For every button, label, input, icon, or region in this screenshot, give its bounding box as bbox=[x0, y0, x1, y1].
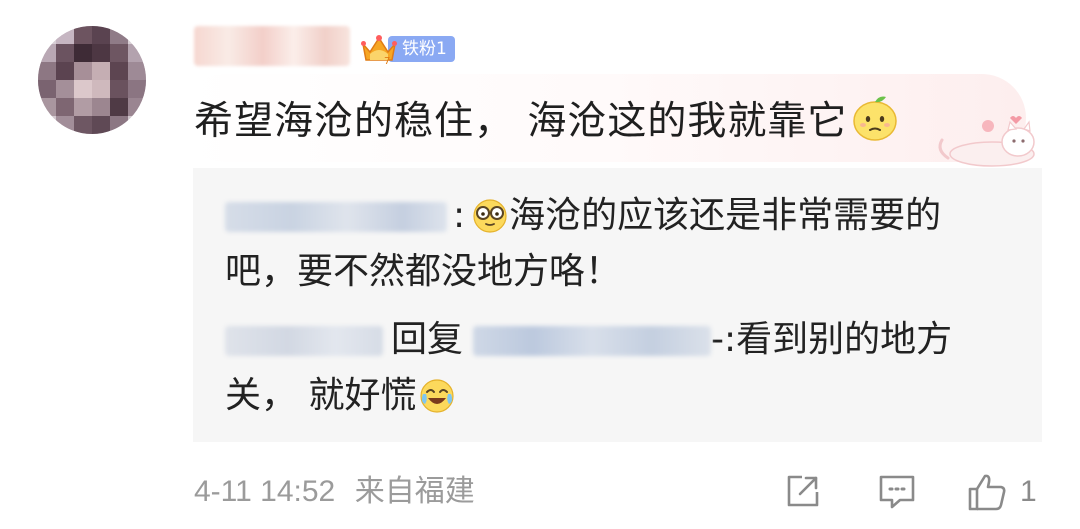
comment-meta: 4-11 14:52 来自福建 bbox=[194, 472, 475, 512]
reply-2-line-2: 关， 就好慌 bbox=[225, 368, 456, 424]
timestamp: 4-11 14:52 bbox=[194, 475, 336, 508]
avatar[interactable] bbox=[38, 26, 146, 134]
comment-footer: 4-11 14:52 来自福建 1 bbox=[0, 466, 1080, 518]
reply-1-author-blurred[interactable] bbox=[225, 202, 447, 232]
glasses-emoji-icon bbox=[473, 199, 507, 233]
comment-button[interactable] bbox=[876, 470, 918, 514]
reply-1-text-line-2: 吧，要不然都没地方咯！ bbox=[225, 251, 622, 292]
crown-icon: 7 bbox=[361, 35, 397, 66]
reply-2-suffix: -:看到别的地方 bbox=[711, 319, 953, 360]
comment-text: 希望海沧的稳住， 海沧这的我就靠它 bbox=[194, 92, 901, 147]
laugh-cry-emoji-icon bbox=[420, 379, 455, 413]
username-blurred[interactable] bbox=[194, 26, 350, 66]
svg-text:7: 7 bbox=[384, 56, 390, 66]
like-count: 1 bbox=[1020, 475, 1037, 508]
location-source: 来自福建 bbox=[354, 474, 475, 509]
badge-label: 铁粉1 bbox=[388, 36, 455, 62]
thumbs-up-icon bbox=[968, 474, 1006, 511]
cat-decoration-icon bbox=[938, 116, 1035, 167]
fan-badge[interactable]: 7 铁粉1 bbox=[360, 32, 455, 66]
lemon-emoji-icon bbox=[853, 96, 898, 141]
reply-2-text-line-2: 关， 就好慌 bbox=[225, 375, 417, 416]
reply-1-text-line-1: 海沧的应该还是非常需要的 bbox=[509, 195, 942, 236]
reply-2-line-1: 回复 -:看到别的地方 bbox=[225, 312, 952, 368]
reply-1-line-2: 吧，要不然都没地方咯！ bbox=[225, 244, 621, 300]
like-button[interactable]: 1 bbox=[966, 470, 1037, 514]
comment-icon bbox=[879, 475, 915, 509]
share-button[interactable] bbox=[782, 470, 822, 514]
reply-2-target-blurred[interactable] bbox=[473, 326, 712, 356]
reply-1-line-1: : 海沧的应该还是非常需要的 bbox=[225, 188, 941, 244]
reply-2-reply-word: 回复 bbox=[391, 319, 464, 360]
reply-1-separator: : bbox=[453, 195, 466, 236]
comment-body: 希望海沧的稳住， 海沧这的我就靠它 bbox=[194, 99, 848, 144]
share-icon bbox=[787, 475, 819, 507]
reply-2-author-blurred[interactable] bbox=[225, 326, 383, 356]
